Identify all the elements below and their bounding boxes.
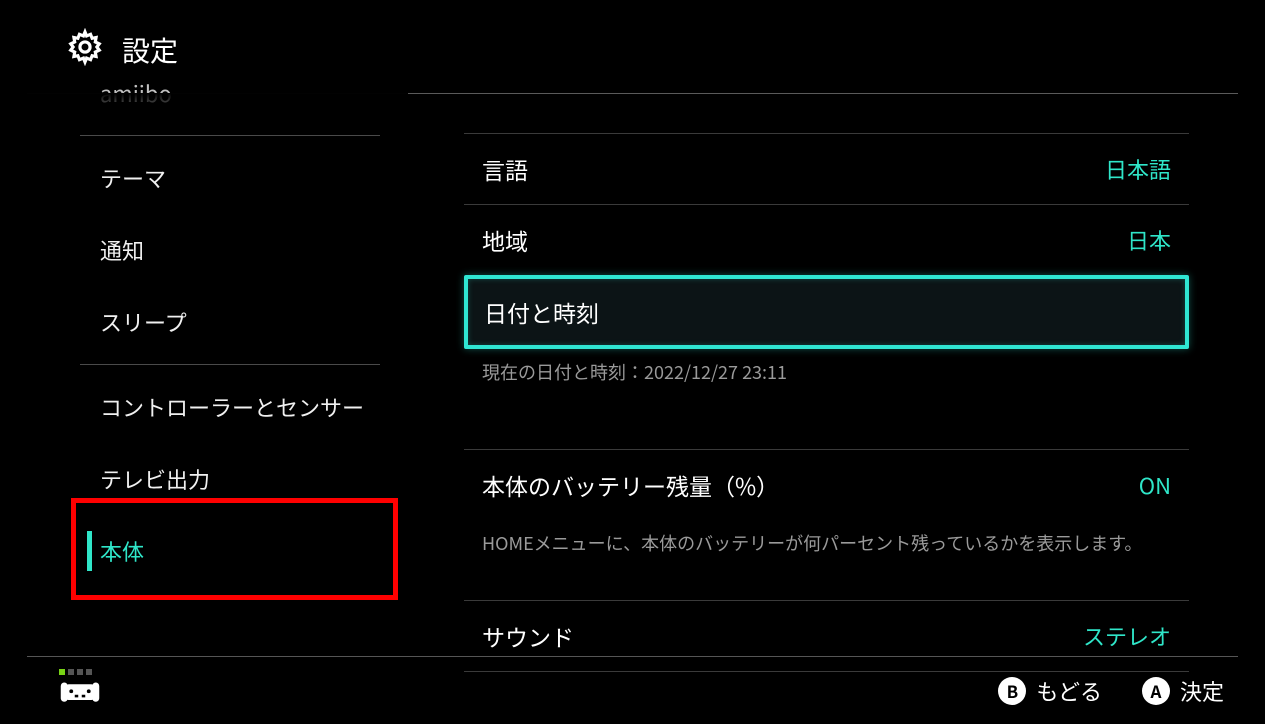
settings-content: 言語 日本語 地域 日本 日付と時刻 現在の日付と時刻：2022/12/27 2… [408, 93, 1265, 653]
sidebar-item-notifications[interactable]: 通知 [80, 214, 408, 286]
controller-icon [59, 679, 101, 712]
setting-region[interactable]: 地域 日本 [464, 204, 1189, 275]
setting-battery-percent[interactable]: 本体のバッテリー残量（%） ON [464, 449, 1189, 520]
setting-datetime-desc: 現在の日付と時刻：2022/12/27 23:11 [464, 349, 1189, 409]
sidebar-item-label: スリープ [100, 306, 187, 338]
setting-value: 日本語 [1105, 153, 1171, 185]
setting-value: ON [1139, 469, 1171, 501]
setting-label: 言語 [482, 152, 528, 186]
page-title: 設定 [122, 30, 178, 70]
sidebar-item-sleep[interactable]: スリープ [80, 286, 408, 358]
sidebar-divider [80, 135, 380, 136]
back-label: もどる [1036, 675, 1102, 707]
sidebar-item-amiibo[interactable]: amiibo [80, 77, 408, 129]
setting-battery-desc: HOMEメニューに、本体のバッテリーが何パーセント残っているかを表示します。 [464, 520, 1189, 580]
sidebar-item-label: テレビ出力 [100, 463, 210, 495]
b-button-icon: B [998, 677, 1026, 705]
setting-label: サウンド [482, 619, 574, 653]
setting-datetime[interactable]: 日付と時刻 [464, 275, 1189, 349]
setting-value: ステレオ [1083, 620, 1171, 652]
sidebar-divider [80, 364, 380, 365]
sidebar-item-tv-output[interactable]: テレビ出力 [80, 443, 408, 515]
setting-value: 日本 [1127, 224, 1171, 256]
sidebar-item-label: 本体 [100, 535, 144, 567]
setting-label: 地域 [482, 223, 528, 257]
select-label: 決定 [1180, 675, 1224, 707]
sidebar-item-label: コントローラーとセンサー [100, 391, 364, 423]
player-indicator [59, 669, 92, 675]
back-button-hint[interactable]: B もどる [998, 675, 1102, 707]
settings-sidebar: amiibo テーマ 通知 スリープ コントローラーとセンサー テレビ出力 本体 [0, 93, 408, 653]
controller-status [59, 669, 101, 712]
sidebar-item-system[interactable]: 本体 [80, 515, 408, 587]
a-button-icon: A [1142, 677, 1170, 705]
sidebar-item-label: amiibo [100, 77, 172, 109]
sidebar-item-label: テーマ [100, 162, 166, 194]
setting-label: 本体のバッテリー残量（%） [482, 468, 779, 502]
sidebar-item-controllers[interactable]: コントローラーとセンサー [80, 371, 408, 443]
sidebar-item-theme[interactable]: テーマ [80, 142, 408, 214]
sidebar-item-label: 通知 [100, 234, 144, 266]
setting-label: 日付と時刻 [484, 295, 599, 329]
setting-language[interactable]: 言語 日本語 [464, 133, 1189, 204]
select-button-hint[interactable]: A 決定 [1142, 675, 1224, 707]
gear-icon [66, 28, 104, 71]
